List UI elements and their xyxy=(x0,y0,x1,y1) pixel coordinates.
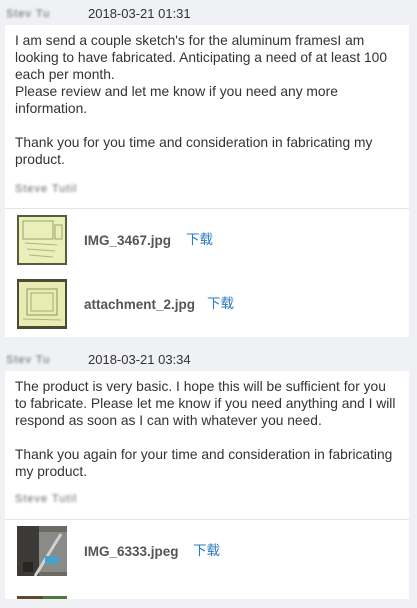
download-link[interactable]: 下载 xyxy=(193,542,220,560)
message-header: Stev Tu 2018-03-21 03:34 xyxy=(0,350,417,372)
message-paragraph xyxy=(15,429,399,446)
download-link[interactable]: 下载 xyxy=(207,295,234,313)
message-timestamp: 2018-03-21 03:34 xyxy=(88,352,191,367)
message-timestamp: 2018-03-21 01:31 xyxy=(88,6,191,21)
attachment-thumbnail[interactable] xyxy=(17,526,67,576)
download-link[interactable]: 下载 xyxy=(186,231,213,249)
signature-redacted: Steve Tutil xyxy=(15,183,78,195)
attachment-item[interactable]: IMG_3467.jpg 下载 xyxy=(5,215,409,271)
message-header: Stev Tu 2018-03-21 01:31 xyxy=(0,4,417,26)
attachment-filename: attachment_2.jpg xyxy=(84,297,196,312)
attachment-item[interactable]: attachment_2.jpg 下载 xyxy=(5,279,409,335)
divider xyxy=(5,208,409,209)
sender-name-redacted: Stev Tu xyxy=(6,354,51,366)
attachment-filename: IMG_6333.jpeg xyxy=(84,544,179,559)
message-paragraph: Please review and let me know if you nee… xyxy=(15,84,342,116)
message-paragraph: The product is very basic. I hope this w… xyxy=(15,379,400,428)
message-body: I am send a couple sketch's for the alum… xyxy=(5,25,409,168)
attachment-filename: IMG_3467.jpg xyxy=(84,233,172,248)
message-paragraph: Thank you again for your time and consid… xyxy=(15,447,397,479)
attachment-thumbnail-partial[interactable] xyxy=(17,591,67,599)
message-paragraph: Thank you for you time and consideration… xyxy=(15,135,377,167)
attachment-thumbnail[interactable] xyxy=(17,279,67,329)
message-paragraph: I am send a couple sketch's for the alum… xyxy=(15,33,391,82)
message-body: The product is very basic. I hope this w… xyxy=(5,371,409,480)
message-card: I am send a couple sketch's for the alum… xyxy=(5,25,409,337)
message-paragraph xyxy=(15,117,399,134)
signature-redacted: Steve Tutil xyxy=(15,493,78,505)
message-card: The product is very basic. I hope this w… xyxy=(5,371,409,599)
divider xyxy=(5,519,409,520)
sender-name-redacted: Stev Tu xyxy=(6,8,51,20)
attachment-thumbnail[interactable] xyxy=(17,215,67,265)
attachment-item[interactable]: IMG_6333.jpeg 下载 xyxy=(5,526,409,582)
